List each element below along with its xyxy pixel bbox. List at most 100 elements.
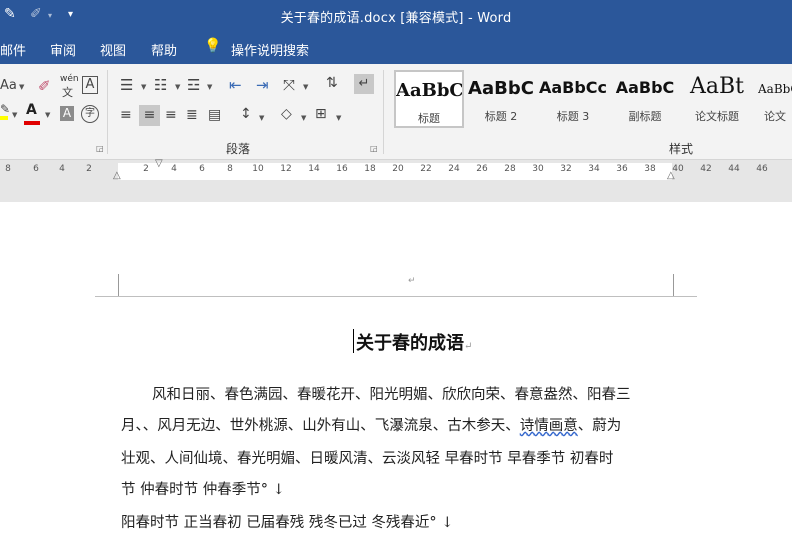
chinese-layout-icon[interactable]: ⤧ bbox=[283, 76, 295, 94]
style-sample: AaBbC bbox=[396, 80, 462, 101]
paragraph-group-label: 段落 bbox=[226, 142, 251, 156]
header-separator bbox=[95, 296, 697, 297]
title-paragraph-mark: ↵ bbox=[464, 341, 473, 352]
ruler-tick: 6 bbox=[33, 164, 39, 174]
style-paper-title[interactable]: AaBt 论文标题 bbox=[682, 70, 752, 128]
chevron-down-icon[interactable]: ▼ bbox=[259, 114, 264, 122]
chevron-down-icon[interactable]: ▼ bbox=[301, 114, 306, 122]
sort-icon[interactable]: ⇅ bbox=[326, 75, 338, 91]
paragraph-line[interactable]: 壮观、人间仙境、春光明媚、日暖风清、云淡风轻 早春时节 早春季节 初春时 bbox=[121, 447, 613, 468]
decrease-indent-icon[interactable]: ⇤ bbox=[229, 76, 242, 94]
style-name: 论文标题 bbox=[695, 110, 739, 123]
paragraph-line[interactable]: 月、、风月无边、世外桃源、山外有山、飞瀑流泉、古木参天、诗情画意、蔚为 bbox=[121, 414, 621, 435]
tab-review[interactable]: 审阅 bbox=[50, 40, 76, 59]
document-title-text: 关于春的成语 bbox=[356, 333, 464, 354]
phonetic-guide-button[interactable]: wén bbox=[60, 74, 79, 84]
chevron-down-icon[interactable]: ▼ bbox=[207, 83, 212, 91]
ruler-tick: 20 bbox=[392, 164, 404, 174]
align-left-icon[interactable]: ≡ bbox=[120, 107, 132, 123]
chevron-down-icon[interactable]: ▼ bbox=[336, 114, 341, 122]
bullets-icon[interactable]: ☰ bbox=[120, 76, 133, 94]
ruler-tick: 34 bbox=[588, 164, 600, 174]
change-case-button[interactable]: Aa bbox=[0, 78, 17, 93]
font-dialog-launcher-icon[interactable]: ◲ bbox=[96, 144, 104, 153]
ruler-tick: 2 bbox=[143, 164, 149, 174]
phonetic-guide-char: 文 bbox=[62, 86, 73, 99]
style-subtitle[interactable]: AaBbC 副标题 bbox=[610, 70, 680, 128]
style-name: 论文 bbox=[764, 110, 786, 123]
document-title[interactable]: 关于春的成语↵ bbox=[356, 329, 472, 355]
style-sample: AaBbC bbox=[615, 78, 675, 97]
ruler-tick: 16 bbox=[336, 164, 348, 174]
chevron-down-icon[interactable]: ▼ bbox=[141, 83, 146, 91]
ruler-tick: 12 bbox=[280, 164, 292, 174]
tab-view[interactable]: 视图 bbox=[100, 40, 126, 59]
paragraph-dialog-launcher-icon[interactable]: ◲ bbox=[370, 144, 378, 153]
first-line-indent-marker[interactable]: ▽ bbox=[155, 158, 163, 169]
style-sample: AaBt bbox=[689, 74, 744, 99]
tell-me-search[interactable]: 操作说明搜索 bbox=[231, 40, 309, 59]
increase-indent-icon[interactable]: ⇥ bbox=[256, 76, 269, 94]
shading-icon[interactable]: ◇ bbox=[281, 106, 292, 122]
ribbon: Aa ▼ ✐ wén 文 A ✎ ▼ A ▼ A 字 ☰ ▼ ☷ ▼ ☲ ▼ ⇤… bbox=[0, 64, 792, 160]
style-sample: AaBbC bbox=[758, 82, 792, 96]
style-heading-2[interactable]: AaBbC 标题 2 bbox=[466, 70, 536, 128]
clear-formatting-icon[interactable]: ✐ bbox=[38, 77, 51, 95]
character-shading-button[interactable]: A bbox=[60, 106, 74, 121]
tab-mailings[interactable]: 邮件 bbox=[0, 40, 26, 59]
ruler-tick: 4 bbox=[171, 164, 177, 174]
style-name: 标题 bbox=[418, 112, 440, 125]
ruler-tick: 30 bbox=[532, 164, 544, 174]
header-corner-mark bbox=[118, 274, 119, 297]
workspace-background bbox=[0, 184, 792, 202]
tab-help[interactable]: 帮助 bbox=[151, 40, 177, 59]
group-separator bbox=[107, 70, 108, 154]
distributed-icon[interactable]: ▤ bbox=[208, 107, 221, 123]
style-name: 副标题 bbox=[628, 110, 662, 123]
ruler-tick: 26 bbox=[476, 164, 488, 174]
horizontal-ruler[interactable]: 8 6 4 2 2 4 6 8 10 12 14 16 18 20 22 24 … bbox=[0, 158, 792, 184]
show-formatting-marks-icon[interactable]: ↵ bbox=[354, 74, 374, 94]
font-color-bar bbox=[24, 121, 40, 125]
style-sample: AaBbC bbox=[468, 78, 534, 99]
header-corner-mark bbox=[673, 274, 674, 297]
chevron-down-icon[interactable]: ▼ bbox=[303, 83, 308, 91]
align-right-icon[interactable]: ≡ bbox=[165, 107, 177, 123]
character-border-button[interactable]: A bbox=[82, 76, 98, 94]
hanging-indent-marker[interactable]: △ bbox=[113, 170, 121, 181]
style-sample: AaBbCc bbox=[538, 78, 608, 97]
lightbulb-icon: 💡 bbox=[204, 38, 222, 54]
ruler-tick: 4 bbox=[59, 164, 65, 174]
window-title: 关于春的成语.docx [兼容模式] - Word bbox=[280, 11, 512, 26]
ruler-tick: 6 bbox=[199, 164, 205, 174]
highlighter-icon[interactable]: ✎ bbox=[0, 102, 10, 116]
enclose-characters-button[interactable]: 字 bbox=[81, 105, 99, 123]
style-name: 标题 3 bbox=[556, 110, 590, 123]
multilevel-list-icon[interactable]: ☲ bbox=[187, 76, 200, 94]
numbering-icon[interactable]: ☷ bbox=[154, 76, 167, 94]
justify-icon[interactable]: ≣ bbox=[186, 107, 198, 123]
font-color-button[interactable]: A bbox=[26, 102, 37, 118]
style-title[interactable]: AaBbC 标题 bbox=[394, 70, 464, 128]
header-paragraph-mark: ↵ bbox=[408, 276, 416, 286]
ruler-tick: 10 bbox=[252, 164, 264, 174]
ruler-tick: 2 bbox=[86, 164, 92, 174]
chevron-down-icon[interactable]: ▼ bbox=[19, 83, 24, 91]
chevron-down-icon[interactable]: ▼ bbox=[12, 111, 17, 119]
center-icon[interactable]: ≡ bbox=[139, 105, 160, 126]
style-paper[interactable]: AaBbC 论文 bbox=[754, 70, 792, 128]
line-spacing-icon[interactable]: ↕ bbox=[240, 106, 252, 122]
chevron-down-icon[interactable]: ▼ bbox=[45, 111, 50, 119]
right-indent-marker[interactable]: △ bbox=[667, 170, 675, 181]
ruler-tick: 32 bbox=[560, 164, 572, 174]
paragraph-line[interactable]: 风和日丽、春色满园、春暖花开、阳光明媚、欣欣向荣、春意盎然、阳春三 bbox=[152, 383, 631, 404]
chevron-down-icon[interactable]: ▼ bbox=[175, 83, 180, 91]
paragraph-line[interactable]: 节 仲春时节 仲春季节° ↓ bbox=[121, 478, 285, 499]
borders-icon[interactable]: ⊞ bbox=[315, 106, 327, 122]
styles-group-label: 样式 bbox=[669, 142, 694, 156]
style-heading-3[interactable]: AaBbCc 标题 3 bbox=[538, 70, 608, 128]
spell-flagged-text[interactable]: 诗情画意 bbox=[520, 418, 578, 434]
document-page[interactable]: ↵ 关于春的成语↵ 风和日丽、春色满园、春暖花开、阳光明媚、欣欣向荣、春意盎然、… bbox=[0, 202, 792, 534]
paragraph-line[interactable]: 阳春时节 正当春初 已届春残 残冬已过 冬残春近° ↓ bbox=[121, 511, 453, 532]
ruler-tick: 28 bbox=[504, 164, 516, 174]
